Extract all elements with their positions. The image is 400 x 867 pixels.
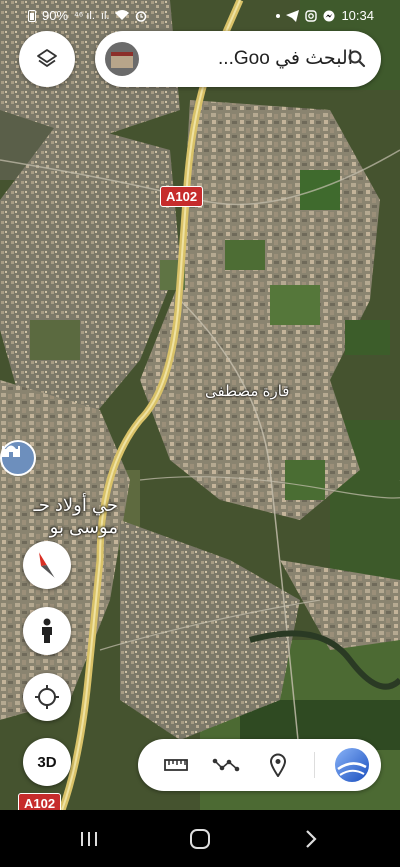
chevron-right-icon	[306, 830, 317, 848]
road-shield-a102: A102	[160, 186, 204, 207]
account-thumbnail[interactable]	[105, 42, 139, 76]
telegram-icon	[286, 9, 300, 22]
place-label-line2: موسى بو	[49, 517, 118, 537]
recents-icon	[81, 832, 97, 846]
place-label-neighborhood[interactable]: حي أولاد حـ موسى بو	[0, 494, 118, 538]
earth-icon	[335, 748, 369, 782]
battery-icon	[28, 9, 36, 22]
dot-icon	[276, 13, 281, 18]
home-button[interactable]	[187, 826, 213, 852]
toolbar-divider	[314, 752, 315, 778]
compass-icon	[38, 551, 56, 579]
place-label-qarat-mustafa[interactable]: قارة مصطفى	[205, 382, 289, 400]
compass-button[interactable]	[23, 541, 71, 589]
back-button[interactable]	[298, 826, 324, 852]
wifi-icon	[115, 10, 130, 20]
3d-button[interactable]: 3D	[23, 738, 71, 786]
alarm-icon	[136, 10, 147, 22]
clock: 10:34	[341, 8, 374, 23]
layers-icon	[37, 49, 57, 67]
ruler-icon	[164, 759, 188, 771]
search-icon[interactable]	[347, 49, 367, 69]
messenger-icon	[323, 10, 335, 21]
search-bar[interactable]: البحث في Goo...	[95, 31, 381, 87]
recent-apps-button[interactable]	[76, 826, 102, 852]
street-view-button[interactable]	[23, 607, 71, 655]
pin-icon	[269, 753, 287, 777]
place-label-line1: حي أولاد حـ	[33, 495, 118, 515]
add-placemark-button[interactable]	[264, 751, 292, 779]
crosshair-icon	[35, 685, 59, 709]
signal-icon: ⁴⁶ ıl.	[74, 9, 95, 22]
my-location-button[interactable]	[23, 673, 71, 721]
status-bar: 90% ⁴⁶ ıl. ıl. 10:34	[0, 0, 400, 32]
mosque-poi[interactable]	[0, 440, 36, 476]
search-input[interactable]: البحث في Goo...	[153, 47, 353, 70]
layers-button[interactable]	[19, 31, 75, 87]
path-icon	[212, 758, 240, 772]
instagram-icon	[305, 9, 318, 22]
road-shield-a102-bottom: A102	[18, 793, 62, 810]
earth-button[interactable]	[334, 747, 370, 783]
draw-line-button[interactable]	[212, 751, 240, 779]
measure-button[interactable]	[162, 751, 190, 779]
home-icon	[190, 829, 210, 849]
mosque-icon	[2, 445, 20, 457]
bottom-toolbar	[138, 739, 381, 791]
signal-icon-2: ıl.	[100, 9, 110, 22]
battery-percent: 90%	[42, 8, 69, 23]
pegman-icon	[42, 618, 52, 643]
navigation-bar	[0, 810, 400, 867]
